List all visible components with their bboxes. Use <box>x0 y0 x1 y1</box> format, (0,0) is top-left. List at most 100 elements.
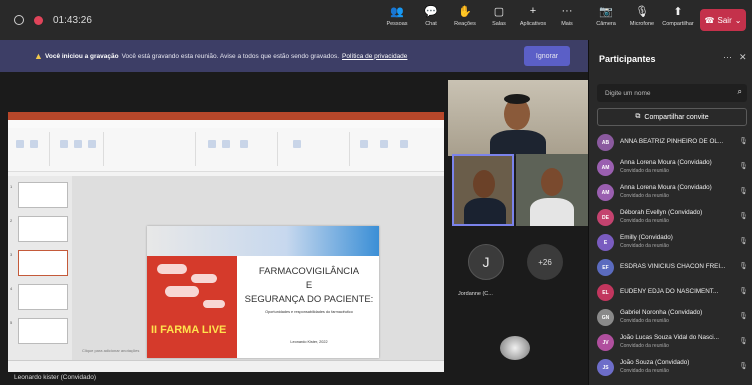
chat-icon: 💬 <box>424 5 438 18</box>
meeting-timer: 01:43:26 <box>53 14 92 26</box>
current-slide: II FARMA LIVE FARMACOVIGILÂNCIA E SEGURA… <box>147 226 379 358</box>
avatar: DE <box>597 209 614 226</box>
meeting-toolbar: 01:43:26 👥 Pessoas 💬 Chat ✋ Reações ▢ Salas + Apl… <box>0 0 752 40</box>
participant-row[interactable]: AM Anna Lorena Moura (Convidado) Convidado… <box>589 155 752 180</box>
more-participants-button[interactable]: +26 <box>527 244 563 280</box>
more-options-icon[interactable]: ··· <box>723 52 732 62</box>
slide-editor: II FARMA LIVE FARMACOVIGILÂNCIA E SEGURA… <box>72 176 444 360</box>
avatar: GN <box>597 309 614 326</box>
recording-banner: ▲ Você iniciou a gravação Você está grav… <box>0 40 588 72</box>
toolbar-more-button[interactable]: ··· Mais <box>550 4 584 27</box>
avatar: E <box>597 234 614 251</box>
participant-role: Convidado da reunião <box>620 368 669 374</box>
slide-title-line3: SEGURANÇA DO PACIENTE: <box>244 294 374 305</box>
promo-image: II FARMA LIVE <box>147 256 237 358</box>
toolbar-apps-button[interactable]: + Aplicativos <box>516 4 550 27</box>
participant-name: Déborah Evellyn (Convidado) <box>620 209 703 216</box>
participant-role: Convidado da reunião <box>620 243 669 249</box>
participant-row[interactable]: AB ANNA BEATRIZ PINHEIRO DE OL... 🎙 <box>589 130 752 155</box>
notes-hint: Clique para adicionar anotações <box>82 348 140 353</box>
share-invite-button[interactable]: ⧉ Compartilhar convite <box>597 108 747 126</box>
mic-muted-icon: 🎙 <box>739 263 748 270</box>
participant-name: Anna Lorena Moura (Convidado) <box>620 184 712 191</box>
toolbar-chat-button[interactable]: 💬 Chat <box>414 4 448 28</box>
slide-subtitle: Oportunidades e responsabilidades do far… <box>265 310 353 314</box>
toolbar-people-button[interactable]: 👥 Pessoas <box>380 4 414 28</box>
toolbar-rooms-button[interactable]: ▢ Salas <box>482 4 516 28</box>
avatar: AM <box>597 184 614 201</box>
banner-text: Você está gravando esta reunião. Avise a… <box>121 52 340 60</box>
participant-role: Convidado da reunião <box>620 343 669 349</box>
mic-muted-icon: 🎙 <box>739 138 748 145</box>
privacy-policy-link[interactable]: Política de privacidade <box>342 53 407 60</box>
presenter-name: Leonardo kister (Convidado) <box>14 374 97 381</box>
participant-role: Convidado da reunião <box>620 218 669 224</box>
microphone-icon: 🎙 <box>635 5 649 18</box>
panel-title: Participantes <box>599 54 656 64</box>
self-view-thumbnail[interactable] <box>500 336 530 360</box>
avatar: AM <box>597 159 614 176</box>
participant-tile-name: Jordanne (C... <box>458 291 493 297</box>
video-tile-participant-3[interactable] <box>516 154 588 226</box>
avatar: AB <box>597 134 614 151</box>
powerpoint-titlebar <box>8 112 444 120</box>
ignore-button[interactable]: Ignorar <box>524 46 570 66</box>
toolbar-camera-button[interactable]: 📷 Câmera <box>588 4 624 28</box>
participant-search-input[interactable]: Digite um nome ⌕ <box>597 84 747 102</box>
banner-title: Você iniciou a gravação <box>45 52 119 60</box>
participant-row[interactable]: DE Déborah Evellyn (Convidado) Convidado d… <box>589 205 752 230</box>
participant-row[interactable]: EF ESDRAS VINICIUS CHACON FREI... 🎙 <box>589 255 752 280</box>
mic-muted-icon: 🎙 <box>739 238 748 245</box>
chevron-down-icon[interactable]: ⌄ <box>735 16 742 25</box>
participant-role: Convidado da reunião <box>620 318 669 324</box>
slide-author: Leonardo Kister, 2022 <box>290 340 328 344</box>
participant-name: Gabriel Noronha (Convidado) <box>620 309 703 316</box>
leave-button[interactable]: ☎ Sair ⌄ <box>700 9 746 31</box>
layout-icon[interactable] <box>14 15 24 25</box>
search-icon[interactable]: ⌕ <box>738 87 742 97</box>
participant-row[interactable]: AM Anna Lorena Moura (Convidado) Convidado… <box>589 180 752 205</box>
participant-role: Convidado da reunião <box>620 193 669 199</box>
participant-row[interactable]: EL EUDENY EDJA DO NASCIMENT... 🎙 <box>589 280 752 305</box>
reactions-icon: ✋ <box>458 5 472 18</box>
toolbar-reactions-button[interactable]: ✋ Reações <box>448 4 482 28</box>
phone-icon: ☎ <box>704 15 715 25</box>
people-icon: 👥 <box>390 5 404 18</box>
participant-name: João Souza (Convidado) <box>620 359 690 366</box>
mic-muted-icon: 🎙 <box>739 188 748 195</box>
participant-row[interactable]: JS João Souza (Convidado) Convidado da reu… <box>589 355 752 380</box>
participant-tile-avatar[interactable]: J <box>468 244 504 280</box>
video-tile-presenter-main[interactable] <box>448 80 588 156</box>
participant-name: EUDENY EDJA DO NASCIMENT... <box>620 288 719 295</box>
participant-row[interactable]: GN Gabriel Noronha (Convidado) Convidado d… <box>589 305 752 330</box>
share-icon: ⬆ <box>673 5 683 18</box>
warning-icon: ▲ <box>34 51 43 61</box>
mic-muted-icon: 🎙 <box>739 213 748 220</box>
participant-row[interactable]: JV João Lucas Souza Vidal do Nasci... Conv… <box>589 330 752 355</box>
mic-muted-icon: 🎙 <box>739 338 748 345</box>
powerpoint-ribbon-tabs <box>8 120 444 128</box>
toolbar-share-button[interactable]: ⬆ Compartilhar <box>660 4 696 28</box>
participant-role: Convidado da reunião <box>620 168 669 174</box>
close-icon[interactable]: ✕ <box>739 52 747 63</box>
camera-icon: 📷 <box>599 5 613 18</box>
participant-list: AB ANNA BEATRIZ PINHEIRO DE OL... 🎙 AM Anna … <box>589 130 752 380</box>
avatar: EF <box>597 259 614 276</box>
mic-muted-icon: 🎙 <box>739 363 748 370</box>
more-icon: ··· <box>561 5 573 17</box>
toolbar-microphone-button[interactable]: 🎙 Microfone <box>624 4 660 28</box>
mic-muted-icon: 🎙 <box>739 313 748 320</box>
participant-row[interactable]: E Emilly (Convidado) Convidado da reunião 🎙 <box>589 230 752 255</box>
mic-muted-icon: 🎙 <box>739 163 748 170</box>
powerpoint-ribbon <box>8 128 444 172</box>
slide-title-line1: FARMACOVIGILÂNCIA <box>258 266 360 277</box>
video-tile-participant-2[interactable] <box>452 154 514 226</box>
mic-muted-icon: 🎙 <box>739 288 748 295</box>
participant-name: ESDRAS VINICIUS CHACON FREI... <box>620 263 726 270</box>
slide-thumbnails: 1 2 3 4 5 <box>8 176 72 360</box>
recording-indicator-icon <box>34 15 43 25</box>
link-icon: ⧉ <box>635 113 641 120</box>
participants-panel: Participantes ··· ✕ Digite um nome ⌕ ⧉ C… <box>588 40 752 385</box>
rooms-icon: ▢ <box>493 5 505 18</box>
participant-name: Emilly (Convidado) <box>620 234 673 241</box>
